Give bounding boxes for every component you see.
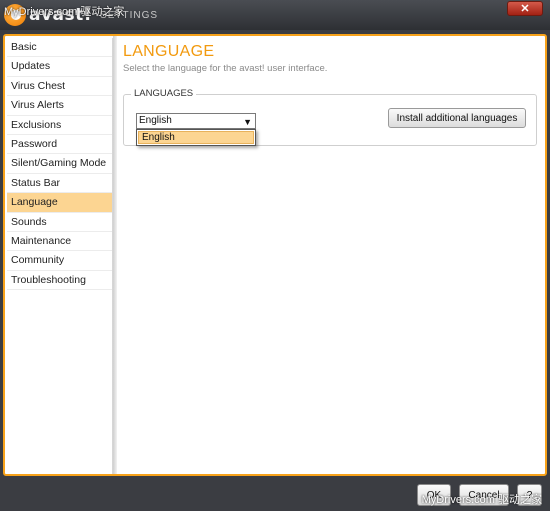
sidebar-item-status-bar[interactable]: Status Bar [7,174,112,194]
chevron-down-icon[interactable]: ▼ [243,115,252,129]
sidebar: Basic Updates Virus Chest Virus Alerts E… [7,38,113,474]
sidebar-item-silent-gaming-mode[interactable]: Silent/Gaming Mode [7,154,112,174]
sidebar-item-exclusions[interactable]: Exclusions [7,116,112,135]
sidebar-item-virus-chest[interactable]: Virus Chest [7,77,112,97]
watermark-bottom: MyDrivers.com 驱动之家 [421,494,542,506]
sidebar-item-basic[interactable]: Basic [7,38,112,58]
page-subtitle: Select the language for the avast! user … [123,63,328,74]
install-languages-button[interactable]: Install additional languages [388,108,526,128]
close-button[interactable]: ✕ [507,1,543,16]
sidebar-item-sounds[interactable]: Sounds [7,213,112,232]
language-select[interactable]: English ▼ [136,113,256,129]
languages-group-label: LANGUAGES [131,88,197,99]
content-area: LANGUAGE Select the language for the ava… [121,38,543,474]
sidebar-divider [113,36,117,474]
close-icon: ✕ [520,3,530,15]
page-title: LANGUAGE [123,43,215,60]
language-option-english[interactable]: English [138,131,254,144]
language-dropdown-list: English [136,129,256,146]
languages-group: LANGUAGES English ▼ English Install addi… [123,88,537,146]
settings-panel: Basic Updates Virus Chest Virus Alerts E… [3,34,547,476]
sidebar-item-updates[interactable]: Updates [7,57,112,77]
sidebar-item-language[interactable]: Language [7,193,112,213]
sidebar-item-virus-alerts[interactable]: Virus Alerts [7,96,112,116]
watermark-top: MyDrivers.com 驱动之家 [4,6,125,18]
sidebar-item-community[interactable]: Community [7,251,112,271]
sidebar-item-troubleshooting[interactable]: Troubleshooting [7,271,112,291]
language-select-value: English [139,115,172,126]
sidebar-item-maintenance[interactable]: Maintenance [7,232,112,252]
sidebar-item-password[interactable]: Password [7,135,112,155]
title-bar: avast! SETTINGS MyDrivers.com 驱动之家 ✕ [0,0,550,30]
